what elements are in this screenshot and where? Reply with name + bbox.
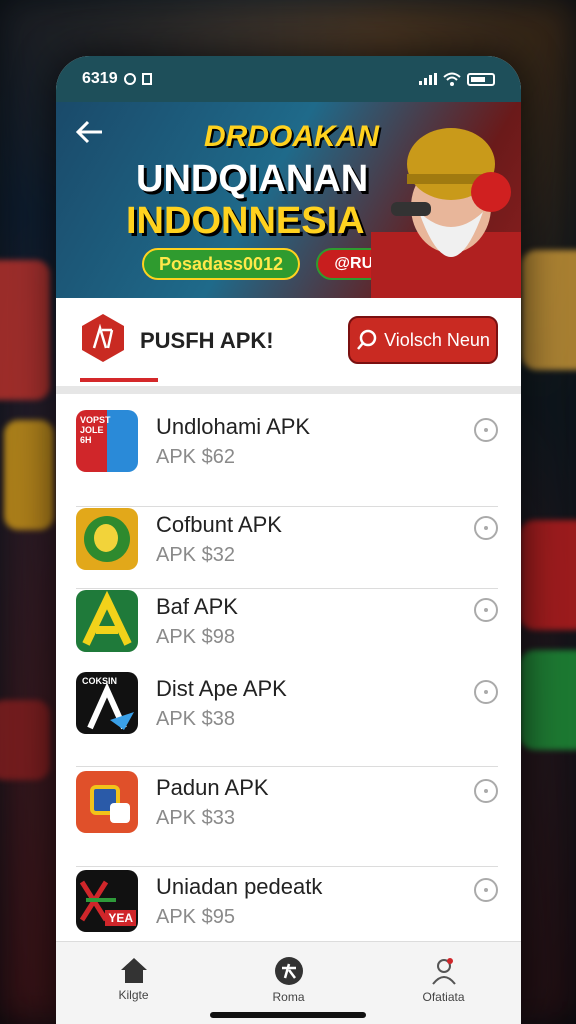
app-name: Baf APK bbox=[156, 594, 238, 619]
select-radio[interactable] bbox=[474, 878, 498, 902]
select-radio[interactable] bbox=[474, 779, 498, 803]
promo-banner: DRDOAKAN UNDQIANAN INDONNESIA Posadass00… bbox=[56, 102, 521, 298]
list-item[interactable]: Padun APK APK $33 bbox=[76, 771, 498, 853]
app-icon-uniadan: YEA bbox=[76, 870, 138, 932]
banner-character-illustration bbox=[371, 128, 521, 298]
nav-label: Roma bbox=[272, 990, 305, 1004]
apps-icon bbox=[274, 957, 303, 985]
banner-line-2: UNDQIANAN bbox=[136, 158, 369, 200]
list-item[interactable]: VOPST JOLE 6H Undlohami APK APK $62 bbox=[76, 410, 498, 492]
section-title: PUSFH APK! bbox=[140, 328, 274, 353]
home-icon bbox=[120, 958, 147, 983]
app-icon-baf bbox=[76, 590, 138, 652]
app-icon-badge bbox=[110, 803, 130, 823]
list-item[interactable]: Baf APK APK $98 bbox=[76, 590, 498, 672]
banner-line-1: DRDOAKAN bbox=[204, 120, 379, 153]
nav-label: Ofatiata bbox=[422, 990, 465, 1004]
wifi-icon bbox=[443, 72, 461, 86]
app-icon-face bbox=[94, 524, 118, 552]
divider bbox=[76, 766, 498, 767]
app-icon-text: YEA bbox=[105, 910, 136, 926]
battery-icon bbox=[467, 72, 495, 86]
status-time: 6319 bbox=[82, 70, 118, 87]
app-icon-text: VOPST JOLE 6H bbox=[80, 415, 111, 445]
app-price: APK $95 bbox=[156, 906, 235, 928]
app-price: APK $32 bbox=[156, 544, 235, 566]
profile-icon bbox=[431, 958, 456, 985]
app-icon-cofbunt bbox=[76, 508, 138, 570]
list-item[interactable]: YEA Uniadan pedeatk APK $95 bbox=[76, 870, 498, 952]
home-indicator bbox=[210, 1012, 366, 1018]
nav-label: Kilgte bbox=[118, 988, 149, 1002]
select-radio[interactable] bbox=[474, 516, 498, 540]
section-tab-indicator bbox=[80, 378, 158, 382]
app-price: APK $33 bbox=[156, 807, 235, 829]
search-button[interactable]: Violsch Neun bbox=[348, 316, 498, 364]
background-card-left bbox=[0, 260, 50, 400]
app-name: Uniadan pedeatk bbox=[156, 874, 323, 899]
app-icon-padun bbox=[76, 771, 138, 833]
back-arrow-icon[interactable] bbox=[74, 116, 114, 156]
nav-item-profile[interactable]: Ofatiata bbox=[399, 942, 489, 1004]
app-price: APK $38 bbox=[156, 708, 235, 730]
signal-icon bbox=[419, 73, 437, 85]
globe-icon bbox=[123, 73, 136, 85]
select-radio[interactable] bbox=[474, 598, 498, 622]
background-card-left-3 bbox=[0, 700, 50, 780]
background-card-left-2 bbox=[4, 420, 54, 530]
nav-item-home[interactable]: Kilgte bbox=[89, 942, 179, 1002]
app-logo-icon bbox=[82, 314, 124, 362]
search-button-label: Violsch Neun bbox=[384, 329, 490, 350]
letter-a-icon bbox=[87, 682, 134, 730]
app-price: APK $62 bbox=[156, 446, 235, 468]
app-icon-dist-ape: COKSIN bbox=[76, 672, 138, 734]
app-name: Dist Ape APK bbox=[156, 676, 287, 701]
letter-a-icon bbox=[82, 590, 132, 646]
app-name: Padun APK bbox=[156, 775, 269, 800]
status-bar: 6319 bbox=[56, 56, 521, 102]
banner-promo-code[interactable]: Posadass0012 bbox=[142, 248, 300, 280]
search-icon bbox=[357, 329, 377, 350]
app-name: Cofbunt APK bbox=[156, 512, 282, 537]
select-radio[interactable] bbox=[474, 680, 498, 704]
list-item[interactable]: COKSIN Dist Ape APK APK $38 bbox=[76, 672, 498, 754]
nav-item-apps[interactable]: Roma bbox=[244, 942, 334, 1004]
app-icon-undlohami: VOPST JOLE 6H bbox=[76, 410, 138, 472]
background-card-right-3 bbox=[520, 650, 576, 750]
divider bbox=[76, 866, 498, 867]
phone-frame: 6319 DRDOAKAN UNDQIANAN INDONNESIA Posad… bbox=[56, 56, 521, 1024]
background-card-right bbox=[522, 250, 576, 370]
divider bbox=[76, 588, 498, 589]
list-item[interactable]: Cofbunt APK APK $32 bbox=[76, 508, 498, 590]
banner-line-3: INDONNESIA bbox=[126, 200, 365, 242]
divider bbox=[76, 506, 498, 507]
notification-icon bbox=[141, 73, 152, 85]
app-price: APK $98 bbox=[156, 626, 235, 648]
app-name: Undlohami APK bbox=[156, 414, 311, 439]
background-card-right-2 bbox=[520, 520, 576, 630]
section-header: PUSFH APK! Violsch Neun bbox=[56, 298, 521, 394]
select-radio[interactable] bbox=[474, 418, 498, 442]
